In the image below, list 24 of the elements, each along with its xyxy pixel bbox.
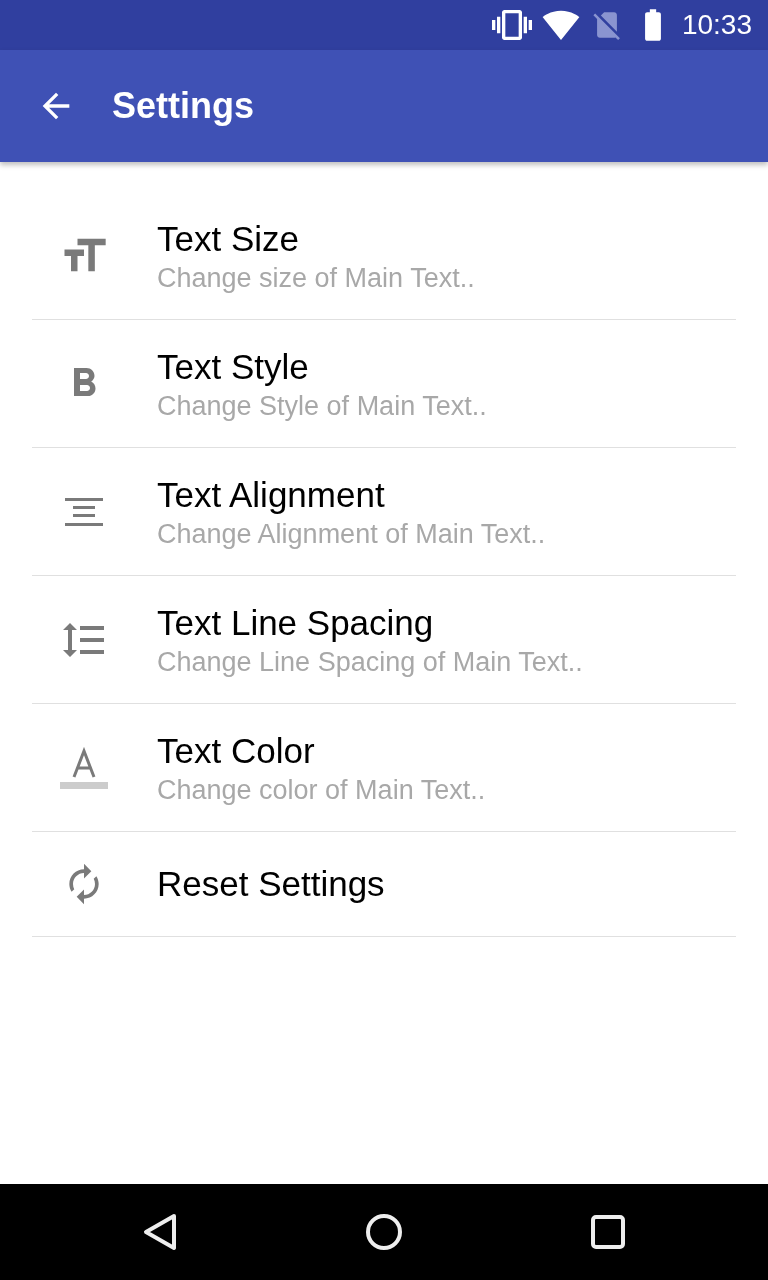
setting-subtitle: Change Alignment of Main Text.. bbox=[157, 517, 546, 551]
setting-title: Text Size bbox=[157, 217, 300, 260]
status-time: 10:33 bbox=[681, 11, 752, 39]
recents-square-icon bbox=[591, 1215, 625, 1249]
setting-subtitle: Change color of Main Text.. bbox=[157, 773, 486, 807]
screen-title: Settings bbox=[112, 88, 254, 124]
setting-subtitle: Change size of Main Text.. bbox=[157, 261, 475, 295]
setting-title: Text Alignment bbox=[157, 473, 386, 516]
setting-title: Reset Settings bbox=[157, 863, 385, 905]
setting-subtitle: Change Line Spacing of Main Text.. bbox=[157, 645, 583, 679]
back-triangle-icon bbox=[143, 1213, 177, 1251]
settings-item[interactable]: Text Alignment Change Alignment of Main Text.. bbox=[32, 448, 736, 576]
setting-title: Text Line Spacing bbox=[157, 601, 435, 644]
settings-item[interactable]: Text Size Change size of Main Text.. bbox=[32, 192, 736, 320]
settings-item[interactable]: Text Line Spacing Change Line Spacing of Main Text.. bbox=[32, 576, 736, 704]
settings-item[interactable]: Reset Settings bbox=[32, 832, 736, 937]
settings-item[interactable]: Text Style Change Style of Main Text.. bbox=[32, 320, 736, 448]
setting-subtitle: Change Style of Main Text.. bbox=[157, 389, 487, 423]
home-circle-icon bbox=[366, 1214, 402, 1250]
setting-title: Text Color bbox=[157, 729, 316, 772]
setting-title: Text Style bbox=[157, 345, 310, 388]
align-center-icon bbox=[65, 497, 103, 526]
text-color-icon bbox=[60, 746, 108, 789]
settings-item[interactable]: Text Color Change color of Main Text.. bbox=[32, 704, 736, 832]
